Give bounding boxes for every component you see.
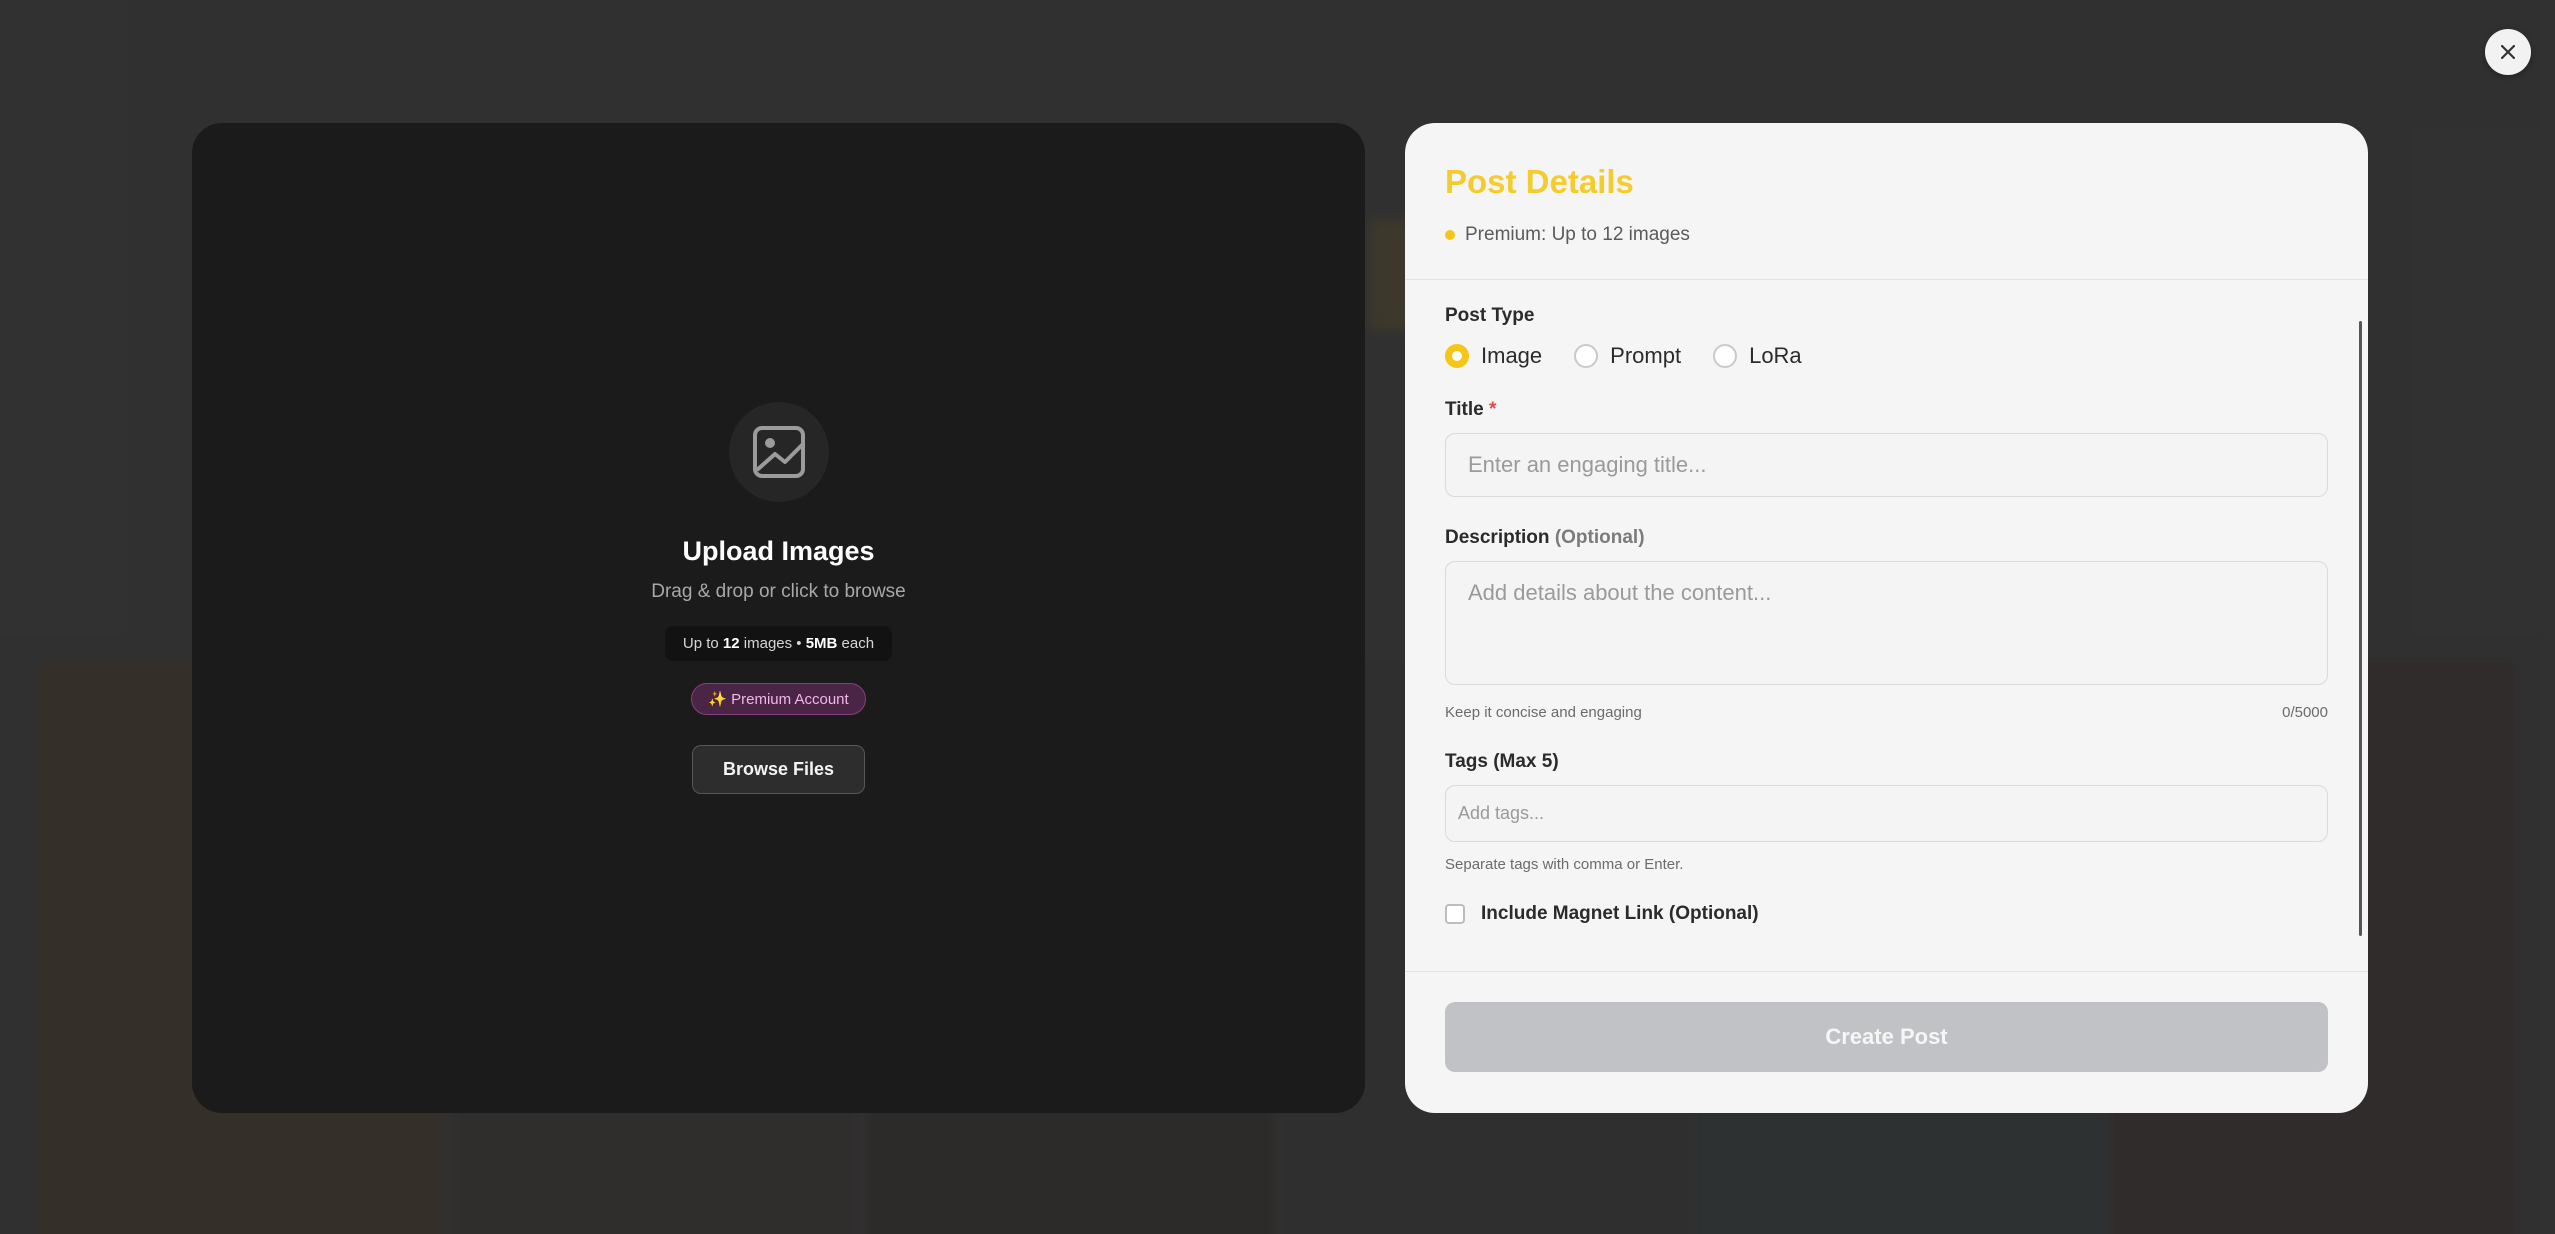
radio-icon [1574,344,1599,368]
description-hint: Keep it concise and engaging [1445,704,1642,721]
premium-note: Premium: Up to 12 images [1445,224,2328,246]
post-type-image-label: Image [1481,343,1543,368]
details-header: Post Details Premium: Up to 12 images [1405,123,2368,280]
post-type-lora-label: LoRa [1749,343,1802,368]
description-hint-row: Keep it concise and engaging 0/5000 [1445,704,2328,721]
create-post-button[interactable]: Create Post [1445,1002,2328,1072]
magnet-label: Include Magnet Link (Optional) [1481,903,1759,924]
description-label-text: Description [1445,527,1550,548]
close-icon [2500,44,2516,60]
details-title: Post Details [1445,163,1634,200]
premium-badge: ✨ Premium Account [691,683,866,715]
magnet-checkbox[interactable] [1445,904,1465,924]
form-scrollbar[interactable] [2359,321,2362,936]
description-counter: 0/5000 [2282,704,2328,721]
post-type-prompt[interactable]: Prompt [1574,343,1681,369]
browse-files-button[interactable]: Browse Files [691,745,866,794]
post-type-image[interactable]: Image [1445,343,1542,369]
post-type-label: Post Type [1445,305,1535,326]
upload-dropzone[interactable]: Upload Images Drag & drop or click to br… [192,123,1365,1113]
post-type-group: Image Prompt LoRa [1445,343,2328,369]
tags-hint: Separate tags with comma or Enter. [1445,856,1684,873]
upload-icon-circle [728,402,829,502]
post-details-panel: Post Details Premium: Up to 12 images Po… [1405,123,2368,1113]
description-label: Description (Optional) [1445,527,2328,549]
upload-limit-suffix: each [837,635,875,652]
upload-limit-mid: images • [739,635,806,652]
details-footer: Create Post [1405,971,2368,1113]
close-button[interactable] [2485,29,2531,75]
title-label-text: Title [1445,399,1484,420]
upload-limit-info: Up to 12 images • 5MB each [664,626,893,661]
magnet-link-option[interactable]: Include Magnet Link (Optional) [1445,903,2328,925]
upload-limit-size: 5MB [805,635,838,652]
required-mark: * [1489,399,1497,420]
tags-label: Tags (Max 5) [1445,751,1559,772]
description-input[interactable] [1445,561,2328,685]
upload-content: Upload Images Drag & drop or click to br… [651,402,906,794]
upload-limit-prefix: Up to [682,635,723,652]
premium-dot-icon [1445,230,1455,240]
title-input[interactable] [1445,433,2328,497]
radio-icon [1713,344,1738,368]
title-label: Title * [1445,399,2328,421]
post-type-prompt-label: Prompt [1610,343,1682,368]
premium-note-text: Premium: Up to 12 images [1465,224,1690,245]
details-form: Post Type Image Prompt LoRa Title * Desc… [1405,305,2368,936]
upload-limit-count: 12 [722,635,740,652]
upload-subtitle: Drag & drop or click to browse [651,581,906,602]
post-type-lora[interactable]: LoRa [1713,343,1802,369]
description-optional: (Optional) [1554,527,1645,548]
upload-title: Upload Images [682,536,875,566]
image-icon [752,426,805,478]
tags-input[interactable] [1445,785,2328,842]
radio-selected-icon [1445,344,1469,368]
